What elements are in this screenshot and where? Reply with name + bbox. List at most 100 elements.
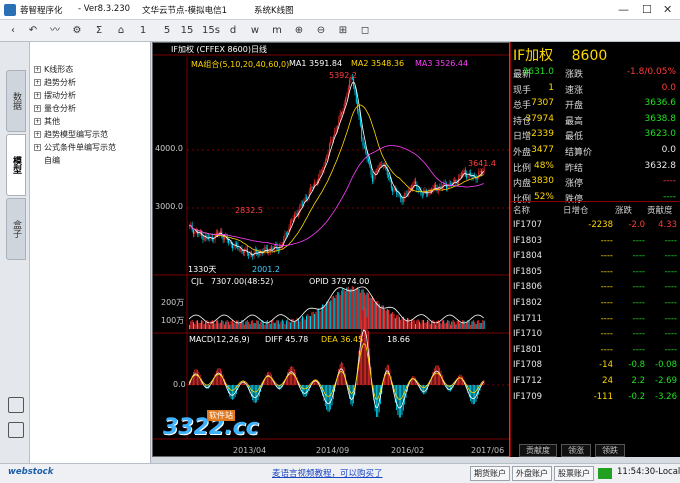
back-button[interactable]: ‹ <box>6 23 20 39</box>
macd-bar <box>413 376 415 385</box>
contract-row[interactable]: IF1804 ---- ---- ---- <box>513 251 679 265</box>
tab-leading-up[interactable]: 领涨 <box>561 444 591 457</box>
foreign-account-button[interactable]: 外盘账户 <box>512 466 552 481</box>
ma1-line <box>188 81 485 256</box>
volume-bar <box>428 320 430 329</box>
quote-field-value: 3830 <box>531 176 554 187</box>
candle-body <box>398 194 400 196</box>
volume-bar <box>452 319 454 329</box>
contract-row[interactable]: IF1708 -14 -0.8 -0.08 <box>513 360 679 374</box>
volume-bar <box>411 320 412 329</box>
candle-body <box>361 125 363 139</box>
volume-bar <box>478 320 480 329</box>
window-title-mode: 系统K线图 <box>254 6 294 16</box>
tree-item[interactable]: + 摆动分析 <box>34 90 76 101</box>
contract-row[interactable]: IF1803 ---- ---- ---- <box>513 236 679 250</box>
candle-body <box>380 164 381 166</box>
contract-cell: ---- <box>600 344 613 355</box>
candle-body <box>315 182 317 184</box>
macd-bar <box>326 385 328 410</box>
tab-box[interactable]: 盒子 <box>6 198 26 260</box>
contract-row[interactable]: IF1711 ---- ---- ---- <box>513 314 679 328</box>
tree-item[interactable]: 自编 <box>44 155 60 166</box>
contract-cell: ---- <box>664 298 677 308</box>
volume-bar <box>228 321 229 329</box>
period-month-button[interactable]: m <box>270 23 284 39</box>
candle-body <box>285 233 287 235</box>
tab-data[interactable]: 数据 <box>6 70 26 132</box>
candle-body <box>304 197 306 201</box>
volume-bar <box>432 319 434 329</box>
contract-row[interactable]: IF1710 ---- ---- ---- <box>513 329 679 343</box>
tree-item[interactable]: + 公式条件单编写示范 <box>34 142 116 153</box>
close-button[interactable]: ✕ <box>663 3 672 16</box>
tab-contribution[interactable]: 贡献度 <box>519 444 557 457</box>
minimize-button[interactable]: — <box>618 3 629 16</box>
period-week-button[interactable]: w <box>248 23 262 39</box>
period-1-button[interactable]: 1 <box>136 23 150 39</box>
period-5-button[interactable]: 5 <box>160 23 174 39</box>
tree-item[interactable]: + K线形态 <box>34 64 73 75</box>
contract-row[interactable]: IF1806 ---- ---- ---- <box>513 282 679 296</box>
candle-body <box>376 171 377 173</box>
volume-bar <box>269 323 271 329</box>
contract-row[interactable]: IF1707 -2238 -2.0 4.33 <box>513 220 679 234</box>
period-15-button[interactable]: 15 <box>180 23 194 39</box>
maximize-button[interactable]: ☐ <box>642 3 652 16</box>
line-tool-button[interactable]: 〰 <box>48 23 62 39</box>
quote-field-label: 涨停 <box>565 179 584 190</box>
kline-chart[interactable]: IF加权 (CFFEX 8600)日线 MA组合(5,10,20,40,60,0… <box>152 42 510 457</box>
tree-item[interactable]: + 量仓分析 <box>34 103 76 114</box>
edit-doc-icon[interactable] <box>8 422 24 438</box>
layout-button[interactable]: ⊞ <box>336 23 350 39</box>
formula-button[interactable]: Σ <box>92 23 106 39</box>
zoom-in-button[interactable]: ⊕ <box>292 23 306 39</box>
contract-row[interactable]: IF1805 ---- ---- ---- <box>513 267 679 281</box>
volume-bar <box>277 320 279 329</box>
candle-body <box>411 188 412 189</box>
futures-account-button[interactable]: 期货账户 <box>470 466 510 481</box>
candle-body <box>388 174 390 177</box>
tree-item[interactable]: + 趋势分析 <box>34 77 76 88</box>
contract-cell: ---- <box>600 282 613 293</box>
period-day-button[interactable]: d <box>226 23 240 39</box>
volume-bar <box>201 320 203 329</box>
candle-body <box>271 248 273 250</box>
tab-model[interactable]: 模型 <box>6 134 26 196</box>
candle-body <box>311 187 313 189</box>
video-tutorial-link[interactable]: 麦语言视频教程，可以购买了 <box>272 467 383 479</box>
settings-button[interactable]: ⚙ <box>70 23 84 39</box>
zoom-out-button[interactable]: ⊖ <box>314 23 328 39</box>
volume-bar <box>466 322 468 329</box>
home-button[interactable]: ⌂ <box>114 23 128 39</box>
candle-body <box>275 244 277 246</box>
tree-item[interactable]: + 趋势模型编写示范 <box>34 129 108 140</box>
contract-row[interactable]: IF1709 -111 -0.2 -3.26 <box>513 392 679 406</box>
chart-svg[interactable] <box>153 43 509 456</box>
search-doc-icon[interactable] <box>8 397 24 413</box>
stock-account-button[interactable]: 股票账户 <box>554 466 594 481</box>
volume-bar <box>447 320 449 329</box>
quote-field-value: -2339 <box>527 129 554 140</box>
candle-body <box>454 180 455 182</box>
undo-button[interactable]: ↶ <box>26 23 40 39</box>
volume-bar <box>337 292 338 329</box>
contract-row[interactable]: IF1712 24 2.2 -2.69 <box>513 376 679 390</box>
tab-leading-down[interactable]: 领跌 <box>595 444 625 457</box>
contract-row[interactable]: IF1801 ---- ---- ---- <box>513 345 679 359</box>
contract-row[interactable]: IF1802 ---- ---- ---- <box>513 298 679 312</box>
volume-bar <box>214 323 216 329</box>
period-15s-button[interactable]: 15s <box>202 23 220 39</box>
window-button[interactable]: ◻ <box>358 23 372 39</box>
volume-bar <box>285 320 287 329</box>
contract-cell: ---- <box>600 235 613 246</box>
y-tick-4000: 4000.0 <box>155 144 183 153</box>
macd-bar <box>376 385 377 417</box>
volume-bar <box>238 323 240 329</box>
volume-bar <box>381 305 383 329</box>
volume-bar <box>218 323 220 329</box>
tree-item[interactable]: + 其他 <box>34 116 60 127</box>
volume-bar <box>463 320 465 329</box>
contract-cell: IF1711 <box>513 313 543 324</box>
volume-bar <box>249 324 251 329</box>
